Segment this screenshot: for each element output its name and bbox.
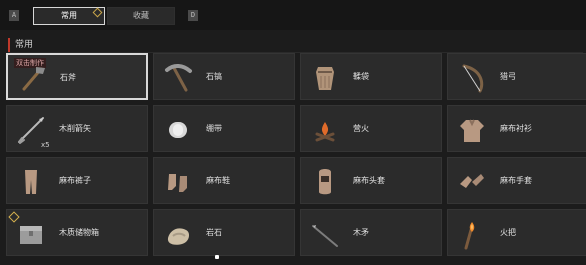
item-quantity: x5	[41, 141, 50, 149]
item-label: 麻布鞋	[206, 176, 230, 185]
item-rock[interactable]: 岩石	[153, 209, 295, 256]
item-label: 绷带	[206, 124, 222, 133]
favorite-marker-icon	[92, 7, 103, 18]
item-label: 麻布裤子	[59, 176, 91, 185]
gloves-icon	[454, 164, 490, 200]
item-label: 岩石	[206, 228, 222, 237]
pants-icon	[13, 164, 49, 200]
item-torch[interactable]: 火把	[447, 209, 586, 256]
item-campfire[interactable]: 营火	[300, 105, 442, 152]
tab-common[interactable]: 常用	[33, 7, 105, 25]
item-leather-bag[interactable]: 鞣袋	[300, 53, 442, 100]
item-linen-hood[interactable]: 麻布头套	[300, 157, 442, 204]
item-label: 木矛	[353, 228, 369, 237]
item-label: 营火	[353, 124, 369, 133]
shirt-icon	[454, 112, 490, 148]
top-bar: A 常用 收藏 D	[0, 0, 586, 30]
item-linen-shirt[interactable]: 麻布衬衫	[447, 105, 586, 152]
stone-pickaxe-icon	[160, 60, 196, 96]
tab-favorites-label: 收藏	[133, 11, 149, 20]
bandage-icon	[160, 112, 196, 148]
item-label: 麻布手套	[500, 176, 532, 185]
next-tab-key[interactable]: D	[188, 10, 198, 21]
rock-icon	[160, 216, 196, 252]
item-label: 火把	[500, 228, 516, 237]
section-title: 常用	[8, 38, 33, 52]
item-linen-gloves[interactable]: 麻布手套	[447, 157, 586, 204]
crafting-grid: 双击制作 石斧 石镐 鞣袋 猎弓 木削箭矢 x5 绷带 营火 麻布衬衫 麻布裤子…	[6, 53, 586, 265]
bow-icon	[454, 60, 490, 96]
item-label: 木质储物箱	[59, 228, 99, 237]
torch-icon	[454, 216, 490, 252]
item-stone-pickaxe[interactable]: 石镐	[153, 53, 295, 100]
prev-tab-key[interactable]: A	[9, 10, 19, 21]
tab-common-label: 常用	[61, 11, 77, 20]
shoes-icon	[160, 164, 196, 200]
hood-icon	[307, 164, 343, 200]
item-label: 麻布头套	[353, 176, 385, 185]
item-label: 木削箭矢	[59, 124, 91, 133]
item-label: 麻布衬衫	[500, 124, 532, 133]
item-label: 猎弓	[500, 72, 516, 81]
item-wooden-arrows[interactable]: 木削箭矢 x5	[6, 105, 148, 152]
mouse-cursor	[215, 255, 219, 259]
item-linen-pants[interactable]: 麻布裤子	[6, 157, 148, 204]
item-wooden-storage-box[interactable]: 木质储物箱	[6, 209, 148, 256]
storage-box-icon	[13, 216, 49, 252]
tab-favorites[interactable]: 收藏	[107, 7, 175, 25]
item-label: 石镐	[206, 72, 222, 81]
item-stone-axe[interactable]: 双击制作 石斧	[6, 53, 148, 100]
item-linen-shoes[interactable]: 麻布鞋	[153, 157, 295, 204]
bag-icon	[307, 60, 343, 96]
stone-axe-icon	[14, 61, 50, 97]
item-bandage[interactable]: 绷带	[153, 105, 295, 152]
campfire-icon	[307, 112, 343, 148]
item-label: 鞣袋	[353, 72, 369, 81]
spear-icon	[307, 216, 343, 252]
item-wooden-spear[interactable]: 木矛	[300, 209, 442, 256]
item-label: 石斧	[60, 73, 76, 82]
item-hunting-bow[interactable]: 猎弓	[447, 53, 586, 100]
